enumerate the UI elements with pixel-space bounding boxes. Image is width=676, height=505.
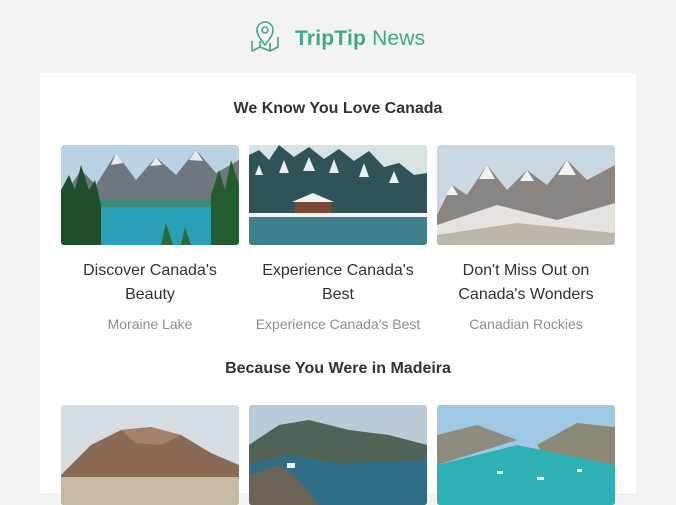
article-card[interactable]: Don't Miss Out on Canada's Wonders Canad… bbox=[437, 145, 615, 332]
article-image bbox=[61, 145, 239, 245]
article-title: Experience Canada's Best bbox=[262, 262, 414, 303]
article-card[interactable]: Experience Canada's Best Experience Cana… bbox=[249, 145, 427, 332]
article-image bbox=[61, 405, 239, 505]
article-card[interactable] bbox=[249, 405, 427, 505]
article-image bbox=[437, 145, 615, 245]
map-pin-icon bbox=[248, 19, 282, 58]
article-subtitle: Moraine Lake bbox=[107, 316, 193, 332]
article-card[interactable]: Discover Canada's Beauty Moraine Lake bbox=[61, 145, 239, 332]
section-title: Because You Were in Madeira bbox=[225, 360, 451, 377]
article-subtitle: Canadian Rockies bbox=[469, 316, 583, 332]
article-image bbox=[249, 145, 427, 245]
article-image bbox=[437, 405, 615, 505]
article-title: Discover Canada's Beauty bbox=[83, 262, 217, 303]
article-card[interactable] bbox=[61, 405, 239, 505]
section-title: We Know You Love Canada bbox=[233, 100, 443, 117]
header: TripTip News bbox=[0, 0, 676, 72]
newsletter-card: We Know You Love Canada Discover Canada'… bbox=[40, 73, 636, 505]
article-image bbox=[249, 405, 427, 505]
brand-name: TripTip News bbox=[295, 26, 426, 50]
article-subtitle: Experience Canada's Best bbox=[255, 316, 421, 332]
article-title: Don't Miss Out on Canada's Wonders bbox=[458, 262, 594, 303]
article-card[interactable] bbox=[437, 405, 615, 505]
brand-logo-link[interactable]: TripTip News bbox=[248, 19, 425, 58]
